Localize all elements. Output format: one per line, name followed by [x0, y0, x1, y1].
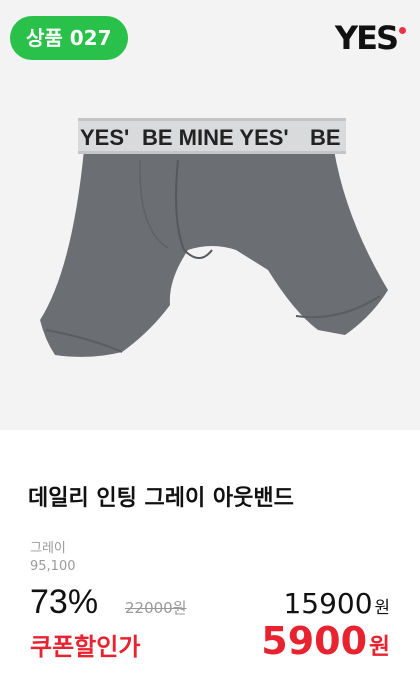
coupon-price: 5900원	[261, 619, 390, 663]
boxer-briefs-image: YES' BE MINE YES' BE	[40, 118, 388, 357]
option-sizes: 95,100	[30, 559, 76, 574]
sale-price-unit: 원	[374, 597, 390, 617]
discount-rate: 73%	[30, 583, 99, 621]
brand-logo-text: YES	[334, 19, 399, 57]
product-number-badge: 상품 027	[10, 16, 128, 60]
product-image-area[interactable]: YES' BE MINE YES' BE 상품 027 YES	[0, 0, 420, 430]
sale-price: 15900 원	[283, 587, 390, 620]
brand-logo-dot	[399, 27, 406, 34]
waistband-text-right: BE	[310, 125, 341, 150]
waistband-text-left: YES'	[80, 125, 129, 150]
sale-price-value: 15900	[283, 587, 373, 620]
product-title[interactable]: 데일리 인팅 그레이 아웃밴드	[28, 480, 294, 512]
product-card[interactable]: YES' BE MINE YES' BE 상품 027 YES 데일리 인팅 그…	[0, 0, 420, 700]
original-price: 22000원	[125, 599, 187, 617]
brand-logo[interactable]: YES	[335, 18, 406, 58]
coupon-price-value: 5900	[261, 619, 368, 663]
coupon-price-label: 쿠폰할인가	[30, 633, 141, 661]
option-name: 그레이	[30, 541, 66, 556]
product-option: 그레이 95,100	[30, 540, 76, 576]
waistband-text: BE MINE YES'	[142, 125, 289, 150]
coupon-price-unit: 원	[369, 634, 390, 660]
